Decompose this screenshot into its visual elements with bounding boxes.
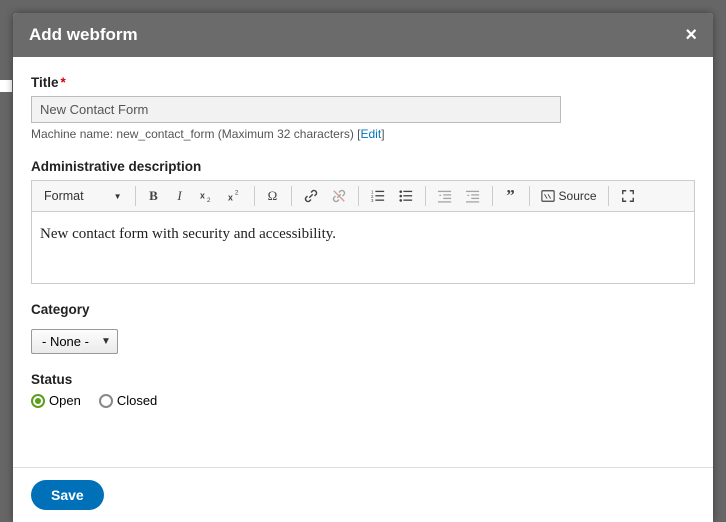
special-char-button[interactable]: Ω bbox=[262, 185, 284, 207]
category-label: Category bbox=[31, 302, 695, 317]
chevron-down-icon: ▼ bbox=[114, 192, 122, 201]
svg-text:x: x bbox=[228, 192, 233, 202]
radio-checked-icon bbox=[31, 394, 45, 408]
machine-name-value: new_contact_form bbox=[116, 127, 214, 141]
admin-desc-textarea[interactable]: New contact form with security and acces… bbox=[32, 212, 694, 283]
superscript-button[interactable]: x2 bbox=[223, 185, 247, 207]
title-input[interactable] bbox=[31, 96, 561, 123]
source-button[interactable]: Source bbox=[537, 187, 601, 205]
richtext-editor: Format ▼ B I x2 x2 Ω bbox=[31, 180, 695, 284]
status-radio-group: Open Closed bbox=[31, 393, 695, 408]
subscript-button[interactable]: x2 bbox=[195, 185, 219, 207]
admin-desc-label: Administrative description bbox=[31, 159, 695, 174]
unordered-list-button[interactable] bbox=[394, 185, 418, 207]
modal-body: Title* Machine name: new_contact_form (M… bbox=[13, 57, 713, 467]
indent-button[interactable] bbox=[461, 185, 485, 207]
modal-title: Add webform bbox=[29, 25, 138, 45]
link-button[interactable] bbox=[299, 185, 323, 207]
blockquote-button[interactable]: ” bbox=[500, 185, 522, 207]
unlink-button[interactable] bbox=[327, 185, 351, 207]
maximize-button[interactable] bbox=[616, 185, 640, 207]
machine-name-hint: Machine name: new_contact_form (Maximum … bbox=[31, 127, 695, 141]
status-open-radio[interactable]: Open bbox=[31, 393, 81, 408]
save-button[interactable]: Save bbox=[31, 480, 104, 510]
ordered-list-button[interactable]: 123 bbox=[366, 185, 390, 207]
status-label: Status bbox=[31, 372, 695, 387]
svg-text:2: 2 bbox=[235, 189, 239, 196]
radio-unchecked-icon bbox=[99, 394, 113, 408]
edit-machine-name-link[interactable]: Edit bbox=[361, 127, 382, 141]
status-closed-radio[interactable]: Closed bbox=[99, 393, 157, 408]
bold-button[interactable]: B bbox=[143, 185, 165, 207]
chevron-down-icon: ▼ bbox=[101, 336, 111, 347]
modal-header: Add webform × bbox=[13, 13, 713, 57]
required-marker: * bbox=[61, 75, 66, 90]
title-label: Title* bbox=[31, 75, 695, 90]
outdent-button[interactable] bbox=[433, 185, 457, 207]
svg-text:x: x bbox=[200, 191, 205, 201]
modal-footer: Save bbox=[13, 467, 713, 522]
category-select[interactable]: - None - ▼ bbox=[31, 329, 118, 354]
svg-text:2: 2 bbox=[207, 197, 211, 203]
format-dropdown[interactable]: Format ▼ bbox=[38, 187, 128, 205]
close-button[interactable]: × bbox=[685, 25, 697, 45]
editor-toolbar: Format ▼ B I x2 x2 Ω bbox=[32, 181, 694, 212]
add-webform-modal: Add webform × Title* Machine name: new_c… bbox=[13, 13, 713, 522]
svg-text:3: 3 bbox=[371, 198, 374, 203]
italic-button[interactable]: I bbox=[169, 185, 191, 207]
